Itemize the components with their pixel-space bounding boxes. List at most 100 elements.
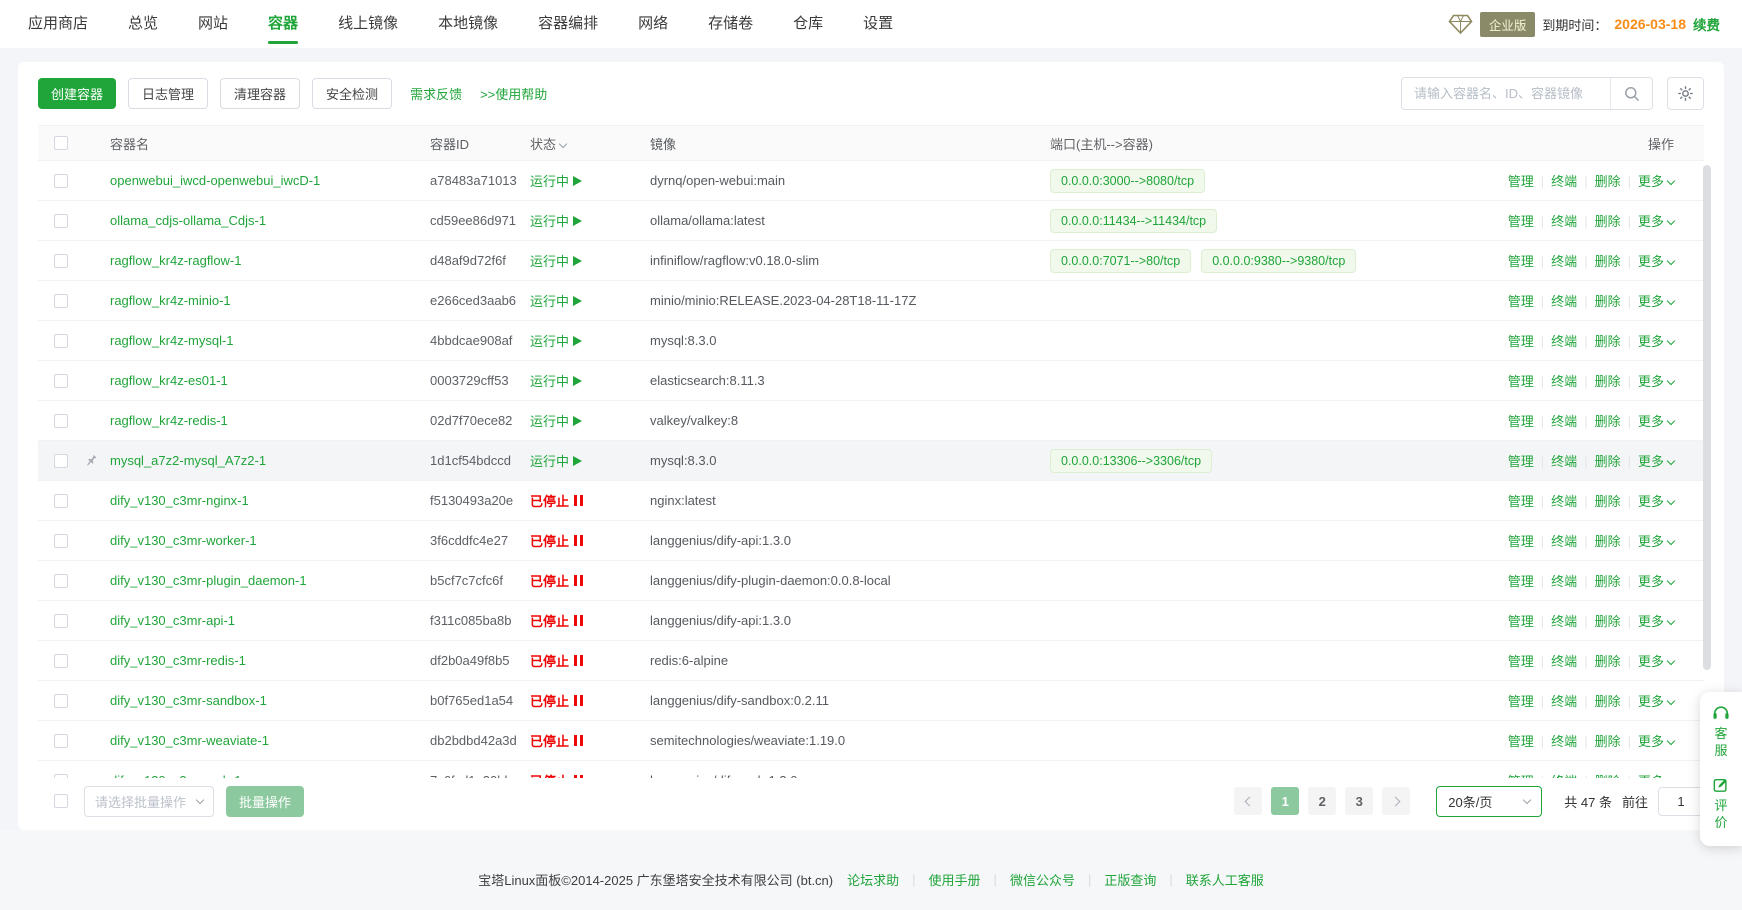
page-button-1[interactable]: 1 — [1271, 787, 1299, 815]
terminal-link[interactable]: 终端 — [1551, 334, 1577, 349]
row-checkbox[interactable] — [54, 454, 68, 468]
terminal-link[interactable]: 终端 — [1551, 534, 1577, 549]
manage-link[interactable]: 管理 — [1508, 774, 1534, 778]
batch-select-all-checkbox[interactable] — [54, 794, 68, 808]
container-name-link[interactable]: mysql_a7z2-mysql_A7z2-1 — [110, 453, 266, 468]
nav-item-本地镜像[interactable]: 本地镜像 — [438, 0, 498, 48]
row-checkbox[interactable] — [54, 374, 68, 388]
nav-item-网络[interactable]: 网络 — [638, 0, 668, 48]
row-checkbox[interactable] — [54, 254, 68, 268]
select-all-checkbox[interactable] — [54, 136, 68, 150]
terminal-link[interactable]: 终端 — [1551, 774, 1577, 778]
manage-link[interactable]: 管理 — [1508, 174, 1534, 189]
footer-link-论坛求助[interactable]: 论坛求助 — [847, 870, 899, 889]
container-name-link[interactable]: ragflow_kr4z-minio-1 — [110, 293, 231, 308]
more-link[interactable]: 更多 — [1638, 734, 1674, 749]
container-name-link[interactable]: dify_v130_c3mr-worker-1 — [110, 533, 257, 548]
manage-link[interactable]: 管理 — [1508, 254, 1534, 269]
more-link[interactable]: 更多 — [1638, 614, 1674, 629]
manage-link[interactable]: 管理 — [1508, 494, 1534, 509]
more-link[interactable]: 更多 — [1638, 654, 1674, 669]
row-checkbox[interactable] — [54, 774, 68, 779]
row-checkbox[interactable] — [54, 214, 68, 228]
row-checkbox[interactable] — [54, 694, 68, 708]
delete-link[interactable]: 删除 — [1595, 294, 1621, 309]
nav-item-设置[interactable]: 设置 — [863, 0, 893, 48]
status-filter-icon[interactable] — [559, 139, 567, 147]
more-link[interactable]: 更多 — [1638, 774, 1674, 778]
log-manage-button[interactable]: 日志管理 — [128, 78, 208, 109]
search-input[interactable] — [1402, 78, 1610, 109]
nav-item-存储卷[interactable]: 存储卷 — [708, 0, 753, 48]
container-name-link[interactable]: dify_v130_c3mr-sandbox-1 — [110, 693, 267, 708]
row-checkbox[interactable] — [54, 534, 68, 548]
more-link[interactable]: 更多 — [1638, 374, 1674, 389]
container-name-link[interactable]: dify_v130_c3mr-weaviate-1 — [110, 733, 269, 748]
row-checkbox[interactable] — [54, 574, 68, 588]
batch-operation-button[interactable]: 批量操作 — [226, 786, 304, 817]
delete-link[interactable]: 删除 — [1595, 654, 1621, 669]
delete-link[interactable]: 删除 — [1595, 774, 1621, 778]
clean-container-button[interactable]: 清理容器 — [220, 78, 300, 109]
delete-link[interactable]: 删除 — [1595, 374, 1621, 389]
manage-link[interactable]: 管理 — [1508, 414, 1534, 429]
feedback-link[interactable]: 需求反馈 — [410, 84, 462, 103]
next-page-button[interactable] — [1382, 787, 1410, 815]
delete-link[interactable]: 删除 — [1595, 574, 1621, 589]
manage-link[interactable]: 管理 — [1508, 214, 1534, 229]
row-checkbox[interactable] — [54, 174, 68, 188]
container-name-link[interactable]: openwebui_iwcd-openwebui_iwcD-1 — [110, 173, 320, 188]
delete-link[interactable]: 删除 — [1595, 734, 1621, 749]
footer-link-使用手册[interactable]: 使用手册 — [929, 870, 981, 889]
terminal-link[interactable]: 终端 — [1551, 374, 1577, 389]
container-name-link[interactable]: dify_v130_c3mr-plugin_daemon-1 — [110, 573, 307, 588]
page-button-3[interactable]: 3 — [1345, 787, 1373, 815]
nav-item-容器[interactable]: 容器 — [268, 0, 298, 48]
terminal-link[interactable]: 终端 — [1551, 254, 1577, 269]
terminal-link[interactable]: 终端 — [1551, 694, 1577, 709]
more-link[interactable]: 更多 — [1638, 574, 1674, 589]
footer-link-微信公众号[interactable]: 微信公众号 — [1010, 870, 1075, 889]
container-name-link[interactable]: ollama_cdjs-ollama_Cdjs-1 — [110, 213, 266, 228]
search-button[interactable] — [1610, 78, 1652, 109]
terminal-link[interactable]: 终端 — [1551, 454, 1577, 469]
more-link[interactable]: 更多 — [1638, 694, 1674, 709]
delete-link[interactable]: 删除 — [1595, 414, 1621, 429]
container-name-link[interactable]: dify_v130_c3mr-redis-1 — [110, 653, 246, 668]
more-link[interactable]: 更多 — [1638, 254, 1674, 269]
terminal-link[interactable]: 终端 — [1551, 734, 1577, 749]
manage-link[interactable]: 管理 — [1508, 734, 1534, 749]
terminal-link[interactable]: 终端 — [1551, 214, 1577, 229]
per-page-select[interactable]: 20条/页 — [1436, 786, 1542, 817]
delete-link[interactable]: 删除 — [1595, 454, 1621, 469]
prev-page-button[interactable] — [1234, 787, 1262, 815]
terminal-link[interactable]: 终端 — [1551, 654, 1577, 669]
nav-item-线上镜像[interactable]: 线上镜像 — [338, 0, 398, 48]
more-link[interactable]: 更多 — [1638, 214, 1674, 229]
create-container-button[interactable]: 创建容器 — [38, 78, 116, 109]
row-checkbox[interactable] — [54, 414, 68, 428]
container-name-link[interactable]: ragflow_kr4z-mysql-1 — [110, 333, 234, 348]
container-name-link[interactable]: dify_v130_c3mr-web-1 — [110, 773, 242, 778]
container-name-link[interactable]: ragflow_kr4z-ragflow-1 — [110, 253, 242, 268]
page-button-2[interactable]: 2 — [1308, 787, 1336, 815]
batch-operation-select[interactable]: 请选择批量操作 — [84, 786, 214, 817]
container-name-link[interactable]: ragflow_kr4z-es01-1 — [110, 373, 228, 388]
delete-link[interactable]: 删除 — [1595, 214, 1621, 229]
renew-link[interactable]: 续费 — [1693, 14, 1720, 34]
manage-link[interactable]: 管理 — [1508, 694, 1534, 709]
more-link[interactable]: 更多 — [1638, 174, 1674, 189]
row-checkbox[interactable] — [54, 614, 68, 628]
manage-link[interactable]: 管理 — [1508, 374, 1534, 389]
terminal-link[interactable]: 终端 — [1551, 494, 1577, 509]
terminal-link[interactable]: 终端 — [1551, 414, 1577, 429]
security-check-button[interactable]: 安全检测 — [312, 78, 392, 109]
delete-link[interactable]: 删除 — [1595, 534, 1621, 549]
manage-link[interactable]: 管理 — [1508, 294, 1534, 309]
row-checkbox[interactable] — [54, 654, 68, 668]
manage-link[interactable]: 管理 — [1508, 654, 1534, 669]
manage-link[interactable]: 管理 — [1508, 574, 1534, 589]
more-link[interactable]: 更多 — [1638, 294, 1674, 309]
customer-service-item[interactable]: 客服 — [1712, 705, 1730, 759]
terminal-link[interactable]: 终端 — [1551, 294, 1577, 309]
